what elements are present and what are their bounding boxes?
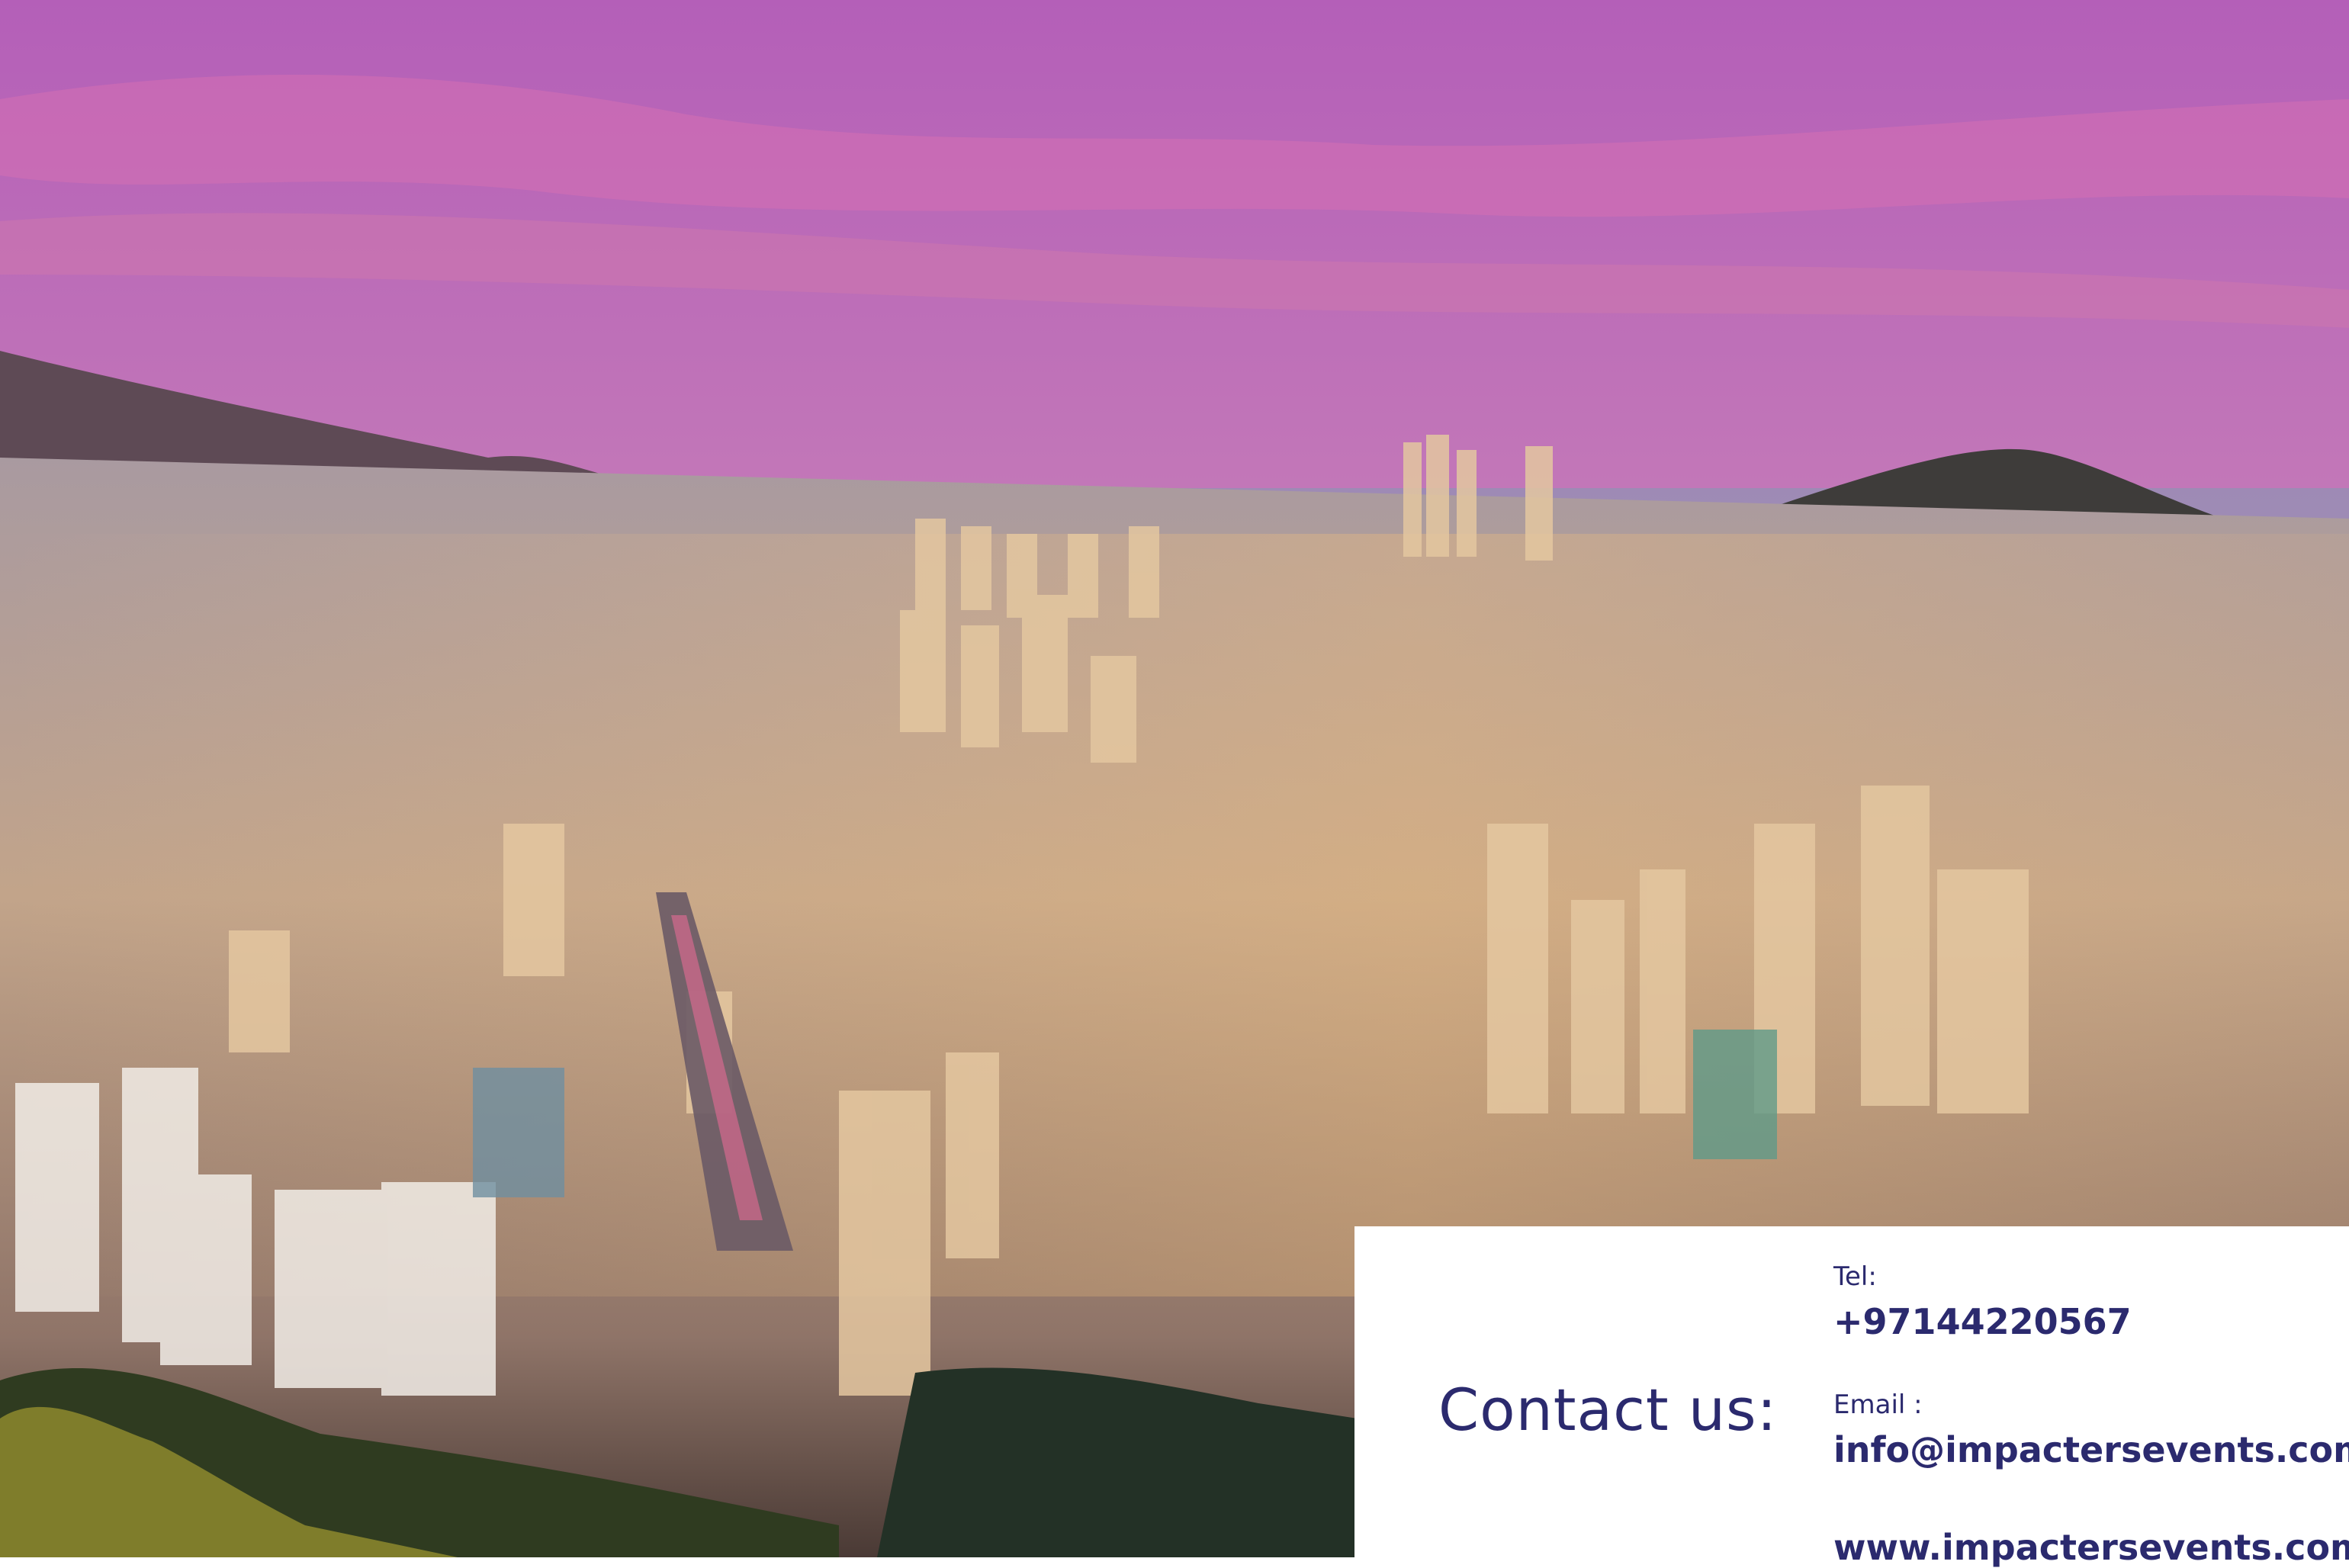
tel-number[interactable]: +97144220567 xyxy=(1833,1301,2132,1342)
email-address[interactable]: info@impactersevents.com xyxy=(1833,1429,2349,1470)
contact-card: Contact us: Tel: +97144220567 Email : in… xyxy=(1354,1226,2349,1568)
tel-label: Tel: xyxy=(1833,1261,1877,1292)
email-label: Email : xyxy=(1833,1390,1923,1420)
website-link[interactable]: www.impactersevents.com xyxy=(1833,1527,2349,1568)
contact-heading: Contact us: xyxy=(1438,1376,1778,1444)
